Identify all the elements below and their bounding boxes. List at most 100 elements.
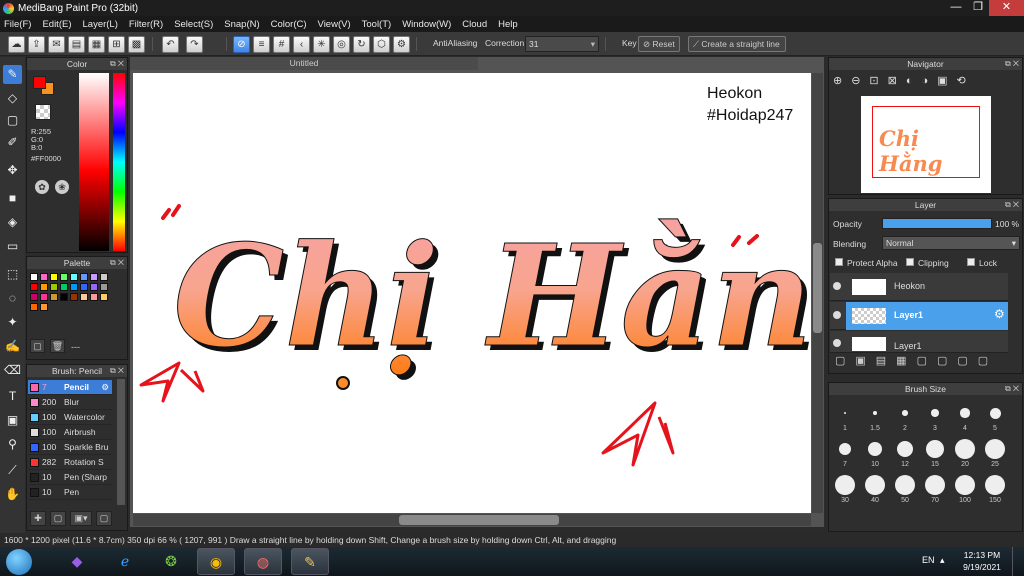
brush-size-dot[interactable] — [960, 408, 970, 418]
reset-button[interactable]: ⊘ Reset — [638, 36, 680, 52]
palette-swatch[interactable] — [70, 283, 78, 291]
chrome-icon[interactable]: ◉ — [197, 548, 235, 575]
move-tool-icon[interactable]: ✥ — [3, 161, 22, 180]
palette-swatch[interactable] — [40, 293, 48, 301]
show-desktop-button[interactable] — [1012, 547, 1024, 576]
navigator-tools[interactable]: ⊕⊖⊡⊠◐◑▣⟲ — [833, 74, 1019, 92]
document-tab[interactable]: Untitled — [130, 57, 478, 70]
brush-item[interactable]: 10 Pen — [28, 485, 112, 500]
fill-tool-icon[interactable]: ◈ — [3, 213, 22, 232]
foreground-color[interactable] — [33, 76, 46, 89]
brush-item[interactable]: 100 Airbrush — [28, 425, 112, 440]
tray-up-icon[interactable]: ▴ — [940, 555, 945, 566]
hand-tool-icon[interactable]: ✋ — [3, 485, 22, 504]
brush-size-dot[interactable] — [844, 412, 846, 414]
select-pen-icon[interactable]: ✍ — [3, 337, 22, 356]
dot-tool-icon[interactable]: ▢ — [3, 111, 22, 130]
palette-swatch[interactable] — [50, 293, 58, 301]
brush-scrollbar[interactable] — [117, 379, 125, 505]
layer-row-selected[interactable]: Layer1 ⚙ — [830, 302, 1008, 330]
gradient-tool-icon[interactable]: ▭ — [3, 237, 22, 256]
horizontal-scroll-thumb[interactable] — [399, 515, 559, 525]
eye-icon[interactable] — [833, 282, 841, 290]
page-icon[interactable]: ▤ — [68, 36, 85, 53]
palette-swatch[interactable] — [100, 283, 108, 291]
brush-size-dot[interactable] — [985, 439, 1005, 459]
menu-file[interactable]: File(F) — [4, 19, 31, 30]
panel-close-icon[interactable]: ⧉ ✕ — [1005, 199, 1019, 211]
restore-button[interactable]: ❐ — [967, 0, 989, 16]
lock-checkbox[interactable] — [967, 258, 975, 266]
brush-size-dot[interactable] — [931, 409, 939, 417]
menu-color[interactable]: Color(C) — [271, 19, 307, 30]
menu-filter[interactable]: Filter(R) — [129, 19, 163, 30]
brush-size-dot[interactable] — [835, 475, 855, 495]
color-wheel-icon[interactable]: ✿ — [35, 180, 49, 194]
color-palette-icon[interactable]: ❀ — [55, 180, 69, 194]
brush-size-dot[interactable] — [865, 475, 885, 495]
snap-circle-icon[interactable]: ◎ — [333, 36, 350, 53]
palette-swatch[interactable] — [90, 293, 98, 301]
palette-more[interactable]: --- — [71, 342, 80, 352]
horizontal-scrollbar[interactable] — [133, 514, 811, 526]
brush-tool-icon[interactable]: ✎ — [3, 65, 22, 84]
lasso-icon[interactable]: ◌ — [3, 289, 22, 308]
brush-size-dot[interactable] — [955, 439, 975, 459]
palette-swatch[interactable] — [100, 293, 108, 301]
brush-item[interactable]: 10 Pen (Sharp — [28, 470, 112, 485]
start-button-icon[interactable] — [6, 549, 32, 575]
palette-swatch[interactable] — [90, 283, 98, 291]
snap-polygon-icon[interactable]: ⬡ — [373, 36, 390, 53]
layer-row[interactable]: Layer1 — [830, 331, 1008, 353]
language-indicator[interactable]: EN — [922, 555, 935, 565]
delete-swatch-icon[interactable]: 🗑 — [50, 339, 65, 353]
select-rect-icon[interactable]: ⬚ — [3, 265, 22, 284]
protect-alpha-checkbox[interactable] — [835, 258, 843, 266]
pen-tool-icon[interactable]: ✐ — [3, 133, 22, 152]
palette-swatch[interactable] — [70, 293, 78, 301]
menu-layer[interactable]: Layer(L) — [83, 19, 118, 30]
vertical-scrollbar[interactable] — [812, 73, 823, 513]
redo-icon[interactable]: ↷ — [186, 36, 203, 53]
menu-help[interactable]: Help — [498, 19, 518, 30]
undo-icon[interactable]: ↶ — [162, 36, 179, 53]
palette-swatch[interactable] — [40, 283, 48, 291]
brush-size-dot[interactable] — [955, 475, 975, 495]
select-eraser-icon[interactable]: ⌫ — [3, 361, 22, 380]
snap-settings-icon[interactable]: ⚙ — [393, 36, 410, 53]
copy-brush-icon[interactable]: ▢ — [50, 511, 66, 526]
medibang-taskbar-icon[interactable]: ◍ — [244, 548, 282, 575]
palette-swatch[interactable] — [90, 273, 98, 281]
snap-curve-icon[interactable]: ↻ — [353, 36, 370, 53]
brush-size-dot[interactable] — [925, 475, 945, 495]
brush-size-dot[interactable] — [895, 475, 915, 495]
menu-cloud[interactable]: Cloud — [462, 19, 487, 30]
close-button[interactable]: ✕ — [989, 0, 1024, 16]
panel-close-icon[interactable]: ⧉ ✕ — [110, 365, 124, 377]
menu-select[interactable]: Select(S) — [174, 19, 213, 30]
panel-close-icon[interactable]: ⧉ ✕ — [1005, 58, 1019, 70]
palette-swatch[interactable] — [30, 283, 38, 291]
export-icon[interactable]: ⇪ — [28, 36, 45, 53]
color-saturation-area[interactable] — [79, 73, 109, 251]
palette-swatch[interactable] — [30, 303, 38, 311]
add-swatch-icon[interactable]: ▢ — [30, 339, 45, 353]
layer-row[interactable]: Heokon — [830, 273, 1008, 301]
snap-parallel-icon[interactable]: ≡ — [253, 36, 270, 53]
palette-swatch[interactable] — [40, 303, 48, 311]
palette-swatch[interactable] — [50, 283, 58, 291]
panel-close-icon[interactable]: ⧉ ✕ — [1005, 383, 1019, 395]
clock[interactable]: 12:13 PM 9/19/2021 — [960, 549, 1004, 573]
hue-slider[interactable] — [113, 73, 125, 251]
transparent-color[interactable] — [35, 104, 51, 120]
straight-line-button[interactable]: ⟋ Create a straight line — [688, 36, 786, 52]
palette-swatch[interactable] — [80, 293, 88, 301]
add-brush-icon[interactable]: ✚ — [30, 511, 46, 526]
menu-snap[interactable]: Snap(N) — [224, 19, 259, 30]
gear-icon[interactable]: ⚙ — [994, 307, 1005, 321]
brush-size-dot[interactable] — [989, 407, 1001, 419]
canvas-paper[interactable]: Chị Hằng Chị Hằng Heokon #Hoidap247 — [133, 73, 811, 513]
palette-swatch[interactable] — [60, 273, 68, 281]
delete-brush-icon[interactable]: ▢ — [96, 511, 112, 526]
eraser-tool-icon[interactable]: ◇ — [3, 89, 22, 108]
